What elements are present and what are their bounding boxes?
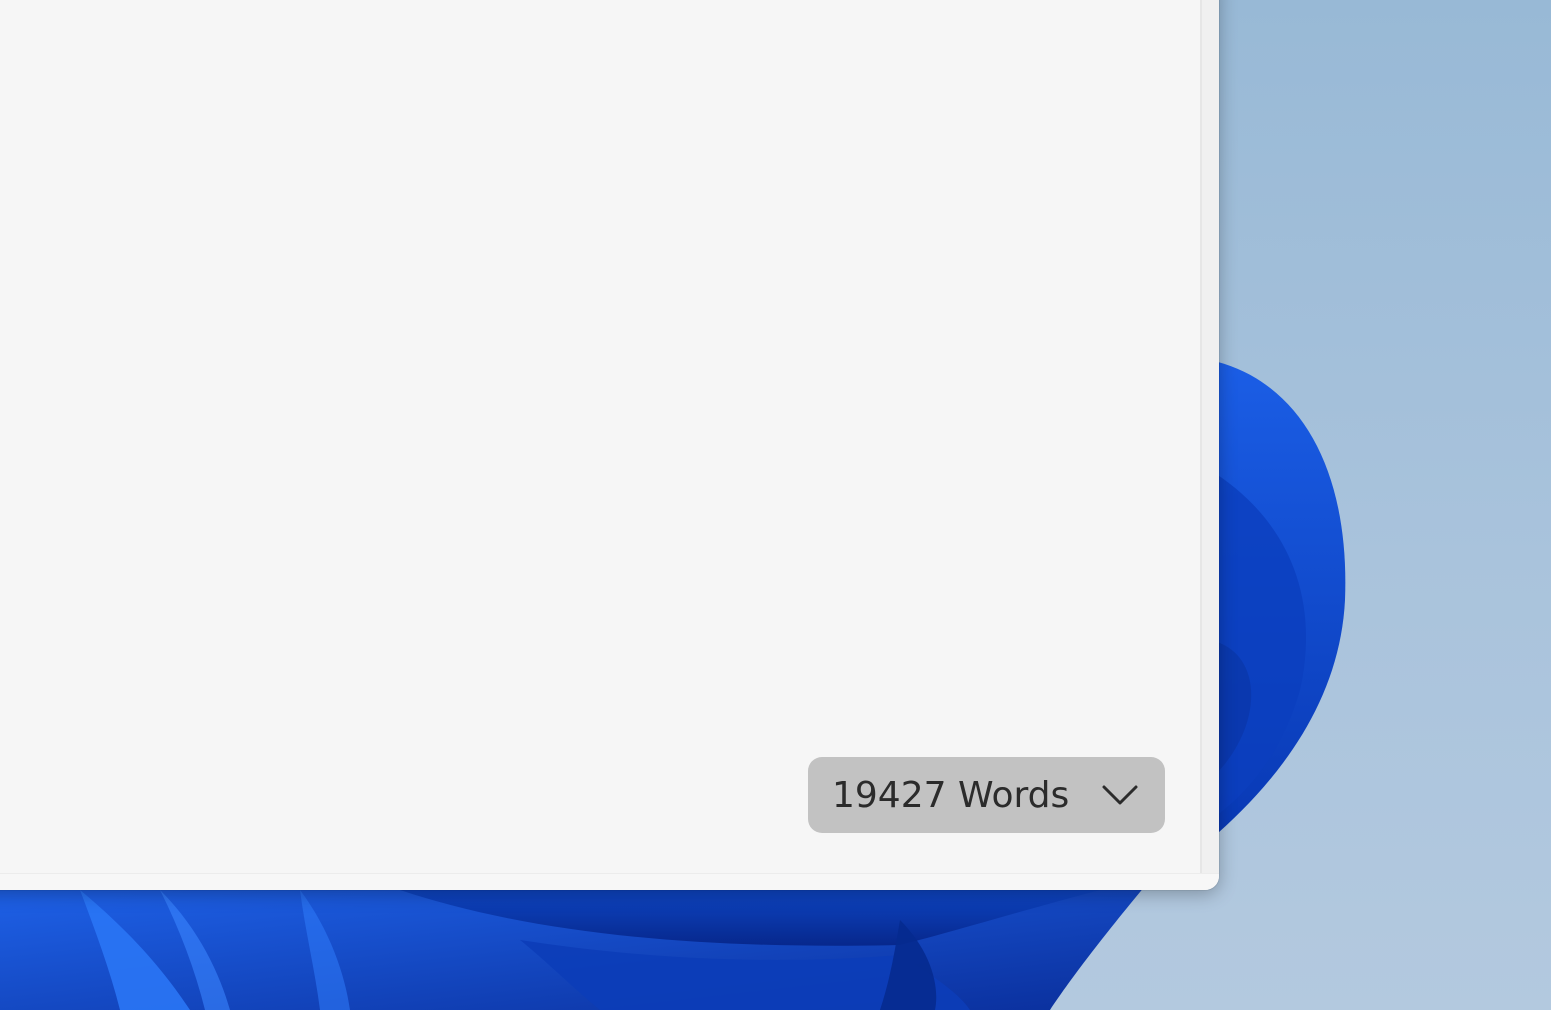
vertical-scrollbar[interactable] xyxy=(1200,0,1219,873)
chevron-down-icon xyxy=(1102,785,1138,805)
word-count-label: 19427 Words xyxy=(832,774,1070,816)
document-content-area[interactable] xyxy=(0,0,1200,873)
desktop: 19427 Words xyxy=(0,0,1551,1010)
status-bar xyxy=(0,873,1219,890)
word-count-button[interactable]: 19427 Words xyxy=(808,757,1165,833)
document-window: 19427 Words xyxy=(0,0,1219,890)
